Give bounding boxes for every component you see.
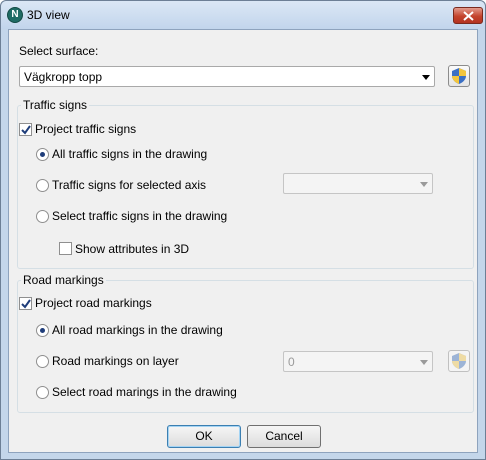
title-bar[interactable]: N 3D view bbox=[1, 1, 485, 29]
chevron-down-icon bbox=[420, 360, 428, 365]
shield-icon bbox=[452, 353, 466, 369]
layer-value: 0 bbox=[288, 355, 295, 369]
project-road-markings-checkbox[interactable] bbox=[19, 297, 32, 310]
shield-icon bbox=[452, 68, 466, 84]
axis-dropdown[interactable] bbox=[283, 173, 433, 194]
show-attributes-label[interactable]: Show attributes in 3D bbox=[75, 242, 189, 256]
select-road-markings-label[interactable]: Select road marings in the drawing bbox=[52, 385, 237, 399]
surface-pick-button[interactable] bbox=[448, 65, 470, 87]
radio-traffic-signs-axis[interactable] bbox=[36, 179, 49, 192]
traffic-signs-group-title: Traffic signs bbox=[21, 98, 90, 112]
road-markings-layer-label[interactable]: Road markings on layer bbox=[52, 354, 179, 368]
radio-all-traffic-signs[interactable] bbox=[36, 148, 49, 161]
show-attributes-checkbox[interactable] bbox=[59, 242, 72, 255]
select-traffic-signs-label[interactable]: Select traffic signs in the drawing bbox=[52, 209, 227, 223]
radio-road-markings-layer[interactable] bbox=[36, 355, 49, 368]
select-surface-label: Select surface: bbox=[19, 44, 99, 58]
dialog-body: Select surface: Vägkropp topp Traffic si… bbox=[8, 29, 478, 453]
surface-dropdown[interactable]: Vägkropp topp bbox=[19, 66, 435, 87]
checkmark-icon bbox=[21, 125, 31, 135]
radio-select-road-markings[interactable] bbox=[36, 386, 49, 399]
dialog-window: N 3D view Select surface: Vägkropp topp … bbox=[0, 0, 486, 460]
radio-selected-dot bbox=[40, 328, 45, 333]
checkmark-icon bbox=[21, 299, 31, 309]
traffic-signs-axis-label[interactable]: Traffic signs for selected axis bbox=[52, 178, 206, 192]
app-icon-letter: N bbox=[11, 9, 19, 20]
layer-pick-button[interactable] bbox=[448, 350, 470, 372]
project-traffic-signs-checkbox[interactable] bbox=[19, 123, 32, 136]
layer-dropdown[interactable]: 0 bbox=[283, 351, 433, 372]
close-icon bbox=[463, 11, 474, 21]
radio-all-road-markings[interactable] bbox=[36, 324, 49, 337]
radio-select-traffic-signs[interactable] bbox=[36, 210, 49, 223]
chevron-down-icon bbox=[420, 182, 428, 187]
project-road-markings-label[interactable]: Project road markings bbox=[35, 296, 152, 310]
project-traffic-signs-label[interactable]: Project traffic signs bbox=[35, 122, 136, 136]
all-road-markings-label[interactable]: All road markings in the drawing bbox=[52, 323, 223, 337]
ok-button[interactable]: OK bbox=[167, 425, 241, 448]
chevron-down-icon bbox=[422, 75, 430, 80]
radio-selected-dot bbox=[40, 152, 45, 157]
all-traffic-signs-label[interactable]: All traffic signs in the drawing bbox=[52, 147, 207, 161]
surface-value: Vägkropp topp bbox=[24, 70, 103, 84]
window-title: 3D view bbox=[27, 8, 70, 22]
app-icon: N bbox=[7, 7, 23, 23]
cancel-button[interactable]: Cancel bbox=[247, 425, 321, 448]
close-button[interactable] bbox=[453, 7, 483, 24]
road-markings-group-title: Road markings bbox=[21, 273, 106, 287]
